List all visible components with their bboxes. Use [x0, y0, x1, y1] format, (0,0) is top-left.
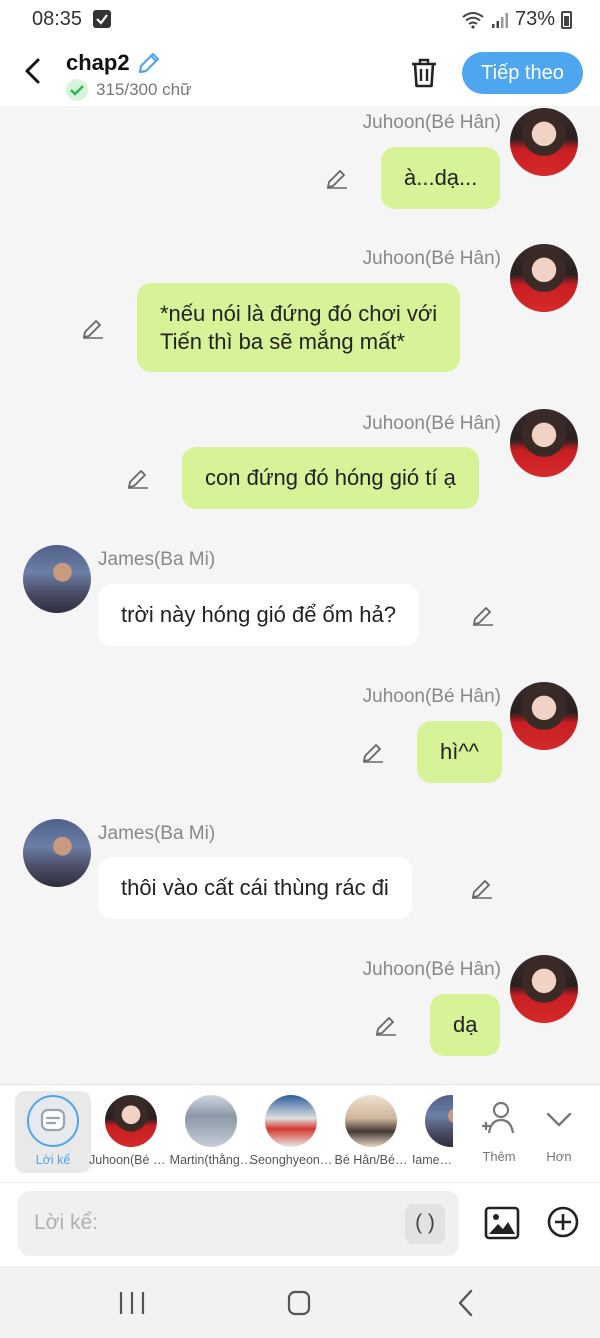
- avatar[interactable]: [23, 819, 91, 887]
- message-bubble[interactable]: thôi vào cất cái thùng rác đi: [98, 857, 412, 919]
- status-right: 73%: [461, 8, 572, 31]
- edit-message-icon[interactable]: [81, 316, 105, 340]
- message-line: Tiến thì ba sẽ mắng mất*: [160, 329, 405, 354]
- edit-message-icon[interactable]: [470, 876, 494, 900]
- message-bubble[interactable]: *nếu nói là đứng đó chơi với Tiến thì ba…: [137, 283, 461, 372]
- character-bar: Lời kể Juhoon(Bé Hân) Martin(thằng… Seon…: [0, 1084, 600, 1182]
- nav-home-icon[interactable]: [279, 1288, 319, 1318]
- add-character-button[interactable]: Thêm: [472, 1095, 526, 1165]
- chevron-down-icon: [546, 1112, 572, 1127]
- check-icon: [66, 79, 88, 101]
- input-placeholder: Lời kể:: [34, 1211, 98, 1234]
- message-bubble[interactable]: hì^^: [417, 721, 502, 783]
- back-button[interactable]: [18, 54, 48, 88]
- message-bubble[interactable]: trời này hóng gió để ốm hả?: [98, 584, 419, 646]
- avatar: [265, 1095, 317, 1147]
- status-time: 08:35: [32, 8, 83, 30]
- image-button[interactable]: [484, 1205, 520, 1241]
- image-icon: [484, 1206, 520, 1240]
- char-count: 315/300 chữ: [66, 79, 192, 101]
- narrator-avatar: [27, 1095, 79, 1147]
- character-behan[interactable]: Bé Hân/Bé…: [333, 1091, 409, 1173]
- edit-title-button[interactable]: [136, 50, 162, 76]
- character-label: Seonghyeon…: [249, 1153, 333, 1167]
- avatar: [345, 1095, 397, 1147]
- char-count-text: 315/300 chữ: [96, 80, 192, 99]
- message-bubble[interactable]: à...dạ...: [381, 147, 501, 209]
- header: chap2 315/300 chữ Tiếp theo: [0, 40, 600, 106]
- avatar[interactable]: [510, 682, 578, 750]
- edit-message-icon[interactable]: [361, 740, 385, 764]
- wifi-icon: [462, 11, 484, 29]
- battery-icon: [561, 10, 572, 29]
- battery-percent: 73%: [514, 8, 555, 30]
- more-label: Hơn: [546, 1149, 572, 1164]
- message-input[interactable]: Lời kể: ( ): [18, 1191, 459, 1256]
- system-nav-bar: [0, 1266, 600, 1338]
- next-button[interactable]: Tiếp theo: [462, 52, 583, 94]
- sender-name: Juhoon(Bé Hân): [362, 686, 501, 707]
- message-line: *nếu nói là đứng đó chơi với: [160, 301, 438, 326]
- delete-button[interactable]: [408, 56, 440, 90]
- character-label: James(Ba Mi): [413, 1153, 453, 1167]
- sender-name: James(Ba Mi): [98, 549, 216, 570]
- character-martin[interactable]: Martin(thằng…: [170, 1091, 252, 1173]
- character-label: Martin(thằng…: [169, 1153, 253, 1167]
- input-bar: Lời kể: ( ): [0, 1182, 600, 1266]
- character-narrator[interactable]: Lời kể: [15, 1091, 91, 1173]
- character-label: Juhoon(Bé Hân): [89, 1153, 173, 1167]
- edit-message-icon[interactable]: [325, 166, 349, 190]
- chat-bubble-icon: [40, 1108, 66, 1132]
- character-label: Lời kể: [35, 1153, 71, 1167]
- nav-recent-icon[interactable]: [112, 1288, 152, 1318]
- signal-icon: [491, 12, 508, 28]
- avatar: [425, 1095, 453, 1147]
- chat-area: Juhoon(Bé Hân) à...dạ... Juhoon(Bé Hân) …: [0, 106, 600, 1084]
- avatar[interactable]: [510, 108, 578, 176]
- message-bubble[interactable]: dạ: [430, 994, 501, 1056]
- avatar: [105, 1095, 157, 1147]
- message-bubble[interactable]: con đứng đó hóng gió tí ạ: [182, 447, 479, 509]
- add-person-icon: [482, 1101, 515, 1134]
- edit-message-icon[interactable]: [471, 603, 495, 627]
- nav-back-icon[interactable]: [447, 1288, 487, 1318]
- sender-name: Juhoon(Bé Hân): [362, 959, 501, 980]
- back-icon: [25, 58, 40, 84]
- avatar[interactable]: [510, 244, 578, 312]
- character-label: Bé Hân/Bé…: [334, 1153, 408, 1167]
- avatar[interactable]: [510, 409, 578, 477]
- page-title: chap2: [66, 50, 130, 75]
- add-button[interactable]: [546, 1205, 580, 1239]
- avatar: [185, 1095, 237, 1147]
- more-button[interactable]: Hơn: [532, 1095, 586, 1165]
- character-seonghyeon[interactable]: Seonghyeon…: [250, 1091, 332, 1173]
- sender-name: Juhoon(Bé Hân): [362, 248, 501, 269]
- avatar[interactable]: [23, 545, 91, 613]
- character-james[interactable]: James(Ba Mi): [413, 1091, 453, 1173]
- status-bar: 08:35 73%: [0, 0, 600, 40]
- edit-message-icon[interactable]: [126, 466, 150, 490]
- avatar[interactable]: [510, 955, 578, 1023]
- character-juhoon[interactable]: Juhoon(Bé Hân): [89, 1091, 173, 1173]
- sender-name: Juhoon(Bé Hân): [362, 413, 501, 434]
- notification-icon: [93, 10, 111, 28]
- paren-button[interactable]: ( ): [405, 1204, 445, 1244]
- pencil-icon: [138, 52, 160, 74]
- edit-message-icon[interactable]: [374, 1013, 398, 1037]
- add-label: Thêm: [482, 1149, 516, 1164]
- sender-name: Juhoon(Bé Hân): [362, 112, 501, 133]
- plus-circle-icon: [547, 1206, 579, 1238]
- sender-name: James(Ba Mi): [98, 823, 216, 844]
- trash-icon: [412, 58, 436, 88]
